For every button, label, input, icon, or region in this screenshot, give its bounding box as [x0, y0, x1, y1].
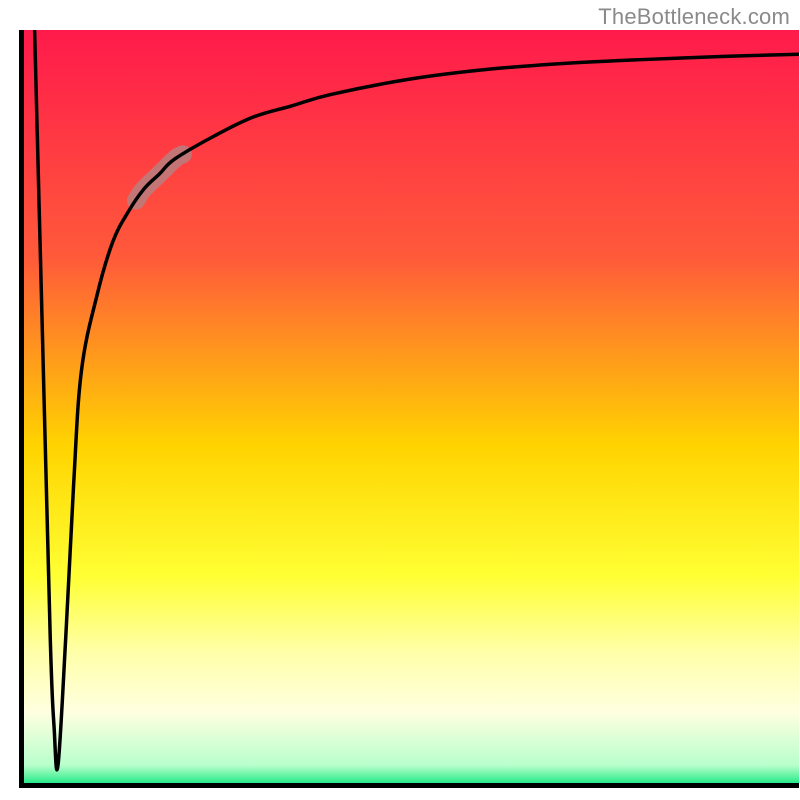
plot-background-gradient — [19, 30, 799, 788]
bottleneck-chart — [0, 0, 800, 800]
attribution-text: TheBottleneck.com — [598, 4, 790, 30]
